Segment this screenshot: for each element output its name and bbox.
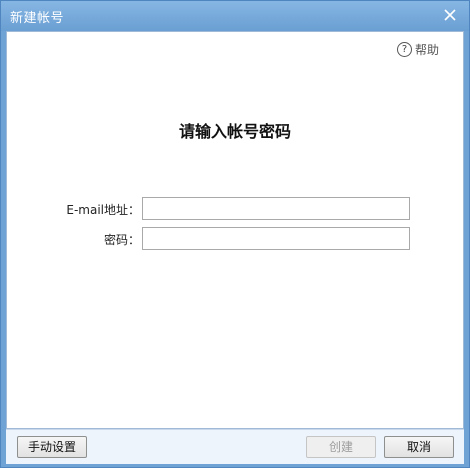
cancel-button[interactable]: 取消 (384, 436, 454, 458)
password-field[interactable] (142, 227, 410, 250)
create-button[interactable]: 创建 (306, 436, 376, 458)
password-label: 密码： (103, 233, 140, 247)
help-link[interactable]: ? 帮助 (396, 41, 439, 58)
dialog-content: ? 帮助 请输入帐号密码 E-mail地址： 密码： (6, 31, 464, 429)
close-icon[interactable] (441, 6, 459, 24)
window-title: 新建帐号 (10, 11, 65, 26)
question-icon: ? (396, 42, 412, 57)
new-account-dialog: 新建帐号 ? 帮助 请输入帐号密码 E-mail地址： 密码： 手动设置 创建 … (0, 0, 470, 468)
help-label: 帮助 (414, 43, 439, 57)
manual-settings-button[interactable]: 手动设置 (17, 436, 87, 458)
title-bar[interactable]: 新建帐号 (1, 1, 469, 31)
email-field[interactable] (142, 197, 410, 220)
form-heading: 请输入帐号密码 (178, 122, 291, 141)
button-bar: 手动设置 创建 取消 (6, 429, 464, 464)
email-label: E-mail地址： (66, 203, 140, 217)
